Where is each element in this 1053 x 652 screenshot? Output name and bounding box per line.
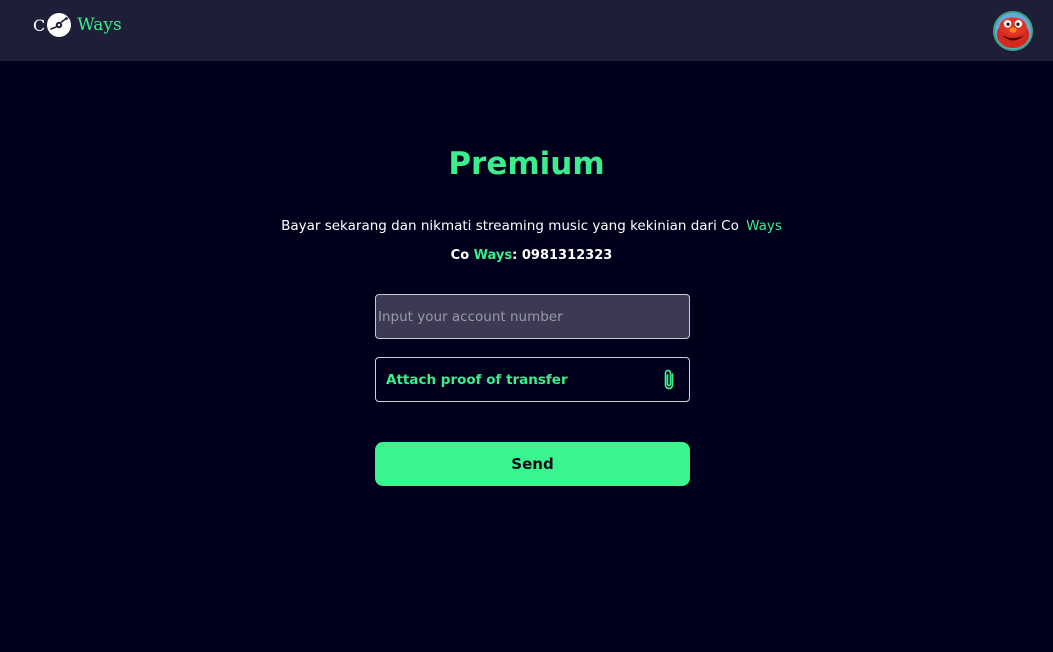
premium-description: Bayar sekarang dan nikmati streaming mus… xyxy=(0,218,1053,234)
avatar-image xyxy=(995,13,1031,49)
description-text: Bayar sekarang dan nikmati streaming mus… xyxy=(281,218,739,234)
description-brand: Ways xyxy=(746,218,782,234)
attach-proof-button[interactable]: Attach proof of transfer xyxy=(375,357,690,402)
page-title: Premium xyxy=(448,146,605,182)
premium-page: Premium Bayar sekarang dan nikmati strea… xyxy=(0,61,1053,652)
logo-prefix: C xyxy=(33,15,46,35)
app-logo[interactable]: C Ways xyxy=(33,11,122,39)
account-brand-highlight: Ways xyxy=(473,248,513,263)
navbar: C Ways xyxy=(0,0,1053,61)
send-button[interactable]: Send xyxy=(375,442,690,486)
account-number: : 0981312323 xyxy=(512,248,613,263)
logo-suffix: Ways xyxy=(77,15,122,35)
account-info: Co Ways: 0981312323 xyxy=(0,248,1053,263)
account-brand-prefix: Co xyxy=(450,248,470,263)
vinyl-disc-icon xyxy=(47,13,72,37)
user-avatar[interactable] xyxy=(993,11,1033,51)
paperclip-icon xyxy=(664,369,674,389)
account-number-input[interactable] xyxy=(375,294,690,339)
attach-proof-label: Attach proof of transfer xyxy=(386,371,568,388)
